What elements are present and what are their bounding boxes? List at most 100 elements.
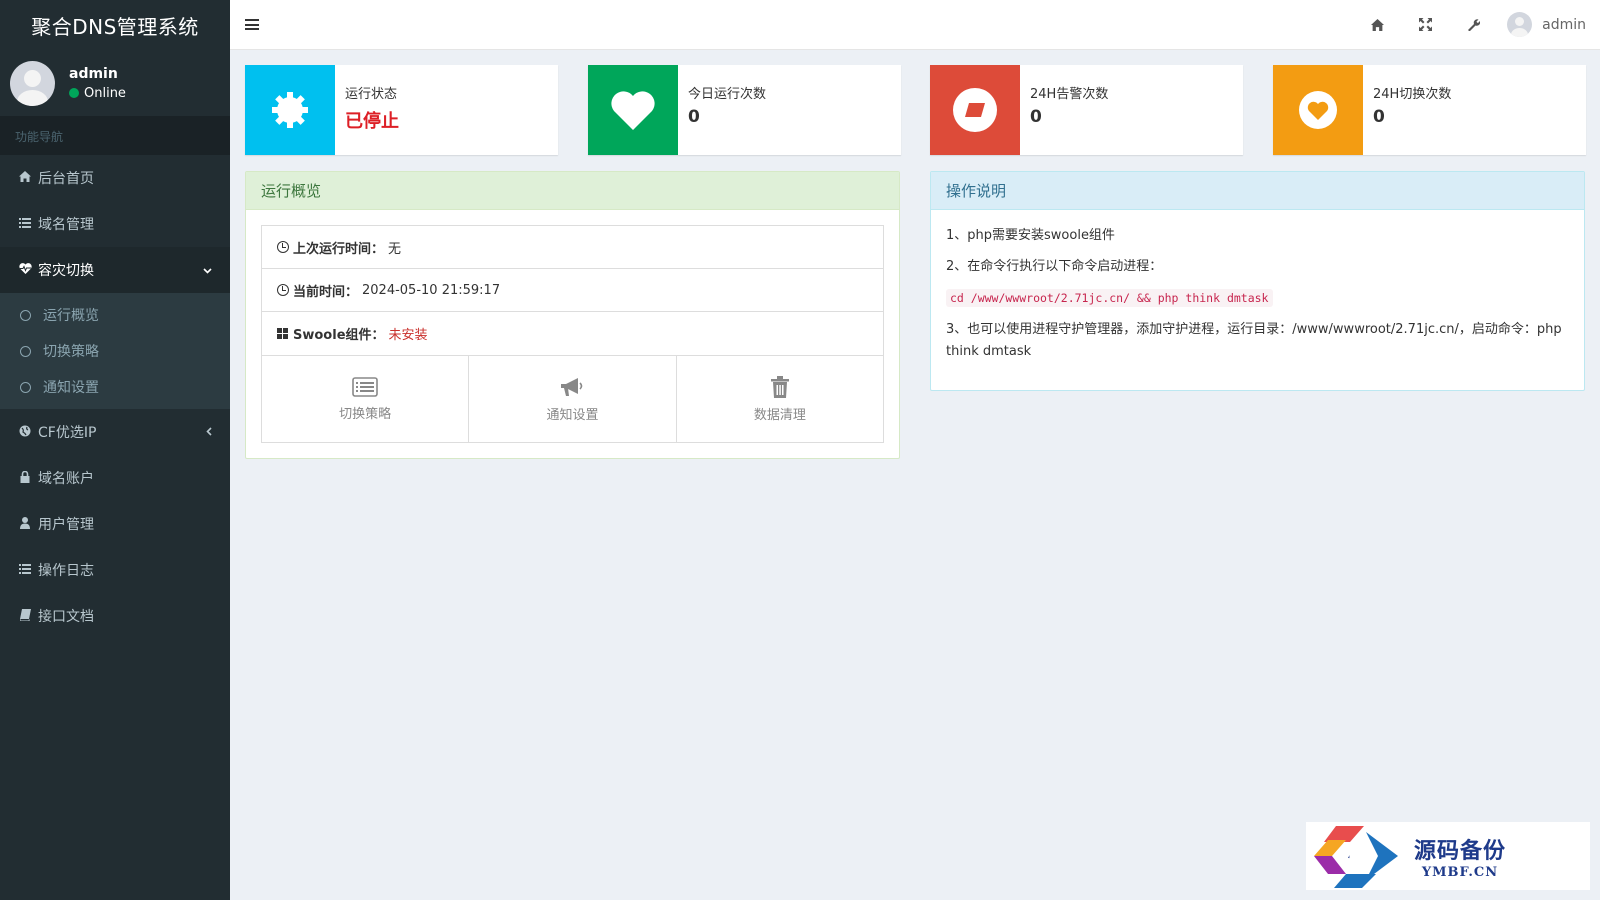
nav-header: 功能导航 (0, 116, 230, 155)
gear-icon (245, 65, 335, 155)
overview-list: 上次运行时间： 无 当前时间： 2024-05-10 21:59:17 Swoo… (261, 225, 884, 356)
stat-value: 已停止 (345, 111, 399, 132)
sub-item-label: 切换策略 (43, 344, 99, 360)
help-line-3: 3、也可以使用进程守护管理器，添加守护进程，运行目录：/www/wwwroot/… (946, 322, 1562, 359)
current-time-value: 2024-05-10 21:59:17 (362, 282, 501, 298)
quick-actions: 切换策略 通知设置 数据清理 (261, 356, 884, 443)
chevron-left-icon (206, 426, 212, 439)
panel-title: 运行概览 (246, 172, 899, 210)
action-notify-settings[interactable]: 通知设置 (469, 356, 677, 442)
svg-text:码: 码 (1346, 843, 1370, 872)
sidebar-item-domains[interactable]: 域名管理 (0, 201, 230, 247)
sidebar-item-label: 域名管理 (38, 217, 94, 233)
user-status: Online (69, 86, 126, 101)
trash-icon (770, 375, 789, 398)
current-time-label: 当前时间： (293, 284, 359, 300)
help-command[interactable]: cd /www/wwwroot/2.71jc.cn/ && php think … (946, 289, 1273, 307)
current-time-row: 当前时间： 2024-05-10 21:59:17 (262, 269, 883, 312)
topbar: admin (230, 0, 1600, 50)
stat-value: 0 (1373, 107, 1385, 127)
lock-icon (18, 470, 32, 486)
stat-value: 0 (1030, 107, 1042, 127)
heartbeat-icon (18, 263, 32, 277)
sidebar-subitem-notify[interactable]: 通知设置 (0, 369, 230, 405)
action-switch-strategy[interactable]: 切换策略 (262, 356, 470, 442)
sidebar-item-logs[interactable]: 操作日志 (0, 547, 230, 593)
sidebar-item-api-docs[interactable]: 接口文档 (0, 593, 230, 639)
stat-label: 24H切换次数 (1373, 87, 1452, 102)
circle-icon (20, 309, 31, 321)
panel-title: 操作说明 (931, 172, 1584, 210)
sub-item-label: 通知设置 (43, 380, 99, 396)
book-icon (18, 608, 32, 624)
user-icon (18, 516, 32, 532)
sidebar-item-cf-ip[interactable]: CF优选IP (0, 409, 230, 455)
sidebar-item-label: CF优选IP (38, 425, 97, 441)
watermark-en: YMBF.CN (1421, 864, 1499, 880)
top-user-menu[interactable]: admin (1497, 12, 1600, 37)
sidebar: 聚合DNS管理系统 admin Online 功能导航 后台首页 域名管理 容灾… (0, 0, 230, 900)
heart-icon (588, 65, 678, 155)
action-label: 通知设置 (546, 407, 599, 423)
fullscreen-icon[interactable] (1401, 0, 1449, 50)
status-text: Online (84, 85, 126, 101)
clock-icon (277, 284, 289, 296)
th-large-icon (277, 328, 288, 339)
avatar (1507, 12, 1533, 37)
avatar (10, 60, 55, 106)
user-panel: admin Online (0, 50, 230, 116)
last-run-value: 无 (388, 241, 402, 257)
sidebar-item-label: 用户管理 (38, 517, 94, 533)
sub-item-label: 运行概览 (43, 308, 99, 324)
chevron-down-icon (203, 264, 212, 277)
sidebar-subitem-overview[interactable]: 运行概览 (0, 297, 230, 333)
list-icon (18, 563, 32, 577)
sidebar-item-accounts[interactable]: 域名账户 (0, 455, 230, 501)
stat-run-status: 运行状态 已停止 (245, 65, 558, 155)
sidebar-item-label: 操作日志 (38, 563, 94, 579)
last-run-row: 上次运行时间： 无 (262, 226, 883, 269)
help-line-1: 1、php需要安装swoole组件 (946, 228, 1115, 243)
sidebar-item-label: 容灾切换 (38, 263, 94, 279)
watermark-emblem-icon: 码 (1306, 822, 1406, 890)
circle-icon (20, 381, 31, 393)
heart-circle-icon (1273, 65, 1363, 155)
globe-icon (18, 425, 32, 440)
swoole-label: Swoole组件： (293, 328, 385, 343)
action-label: 切换策略 (339, 406, 392, 422)
app-title[interactable]: 聚合DNS管理系统 (0, 0, 230, 50)
stat-value: 0 (688, 107, 700, 127)
sidebar-item-users[interactable]: 用户管理 (0, 501, 230, 547)
bullhorn-icon (561, 377, 583, 396)
sidebar-item-home[interactable]: 后台首页 (0, 155, 230, 201)
wrench-icon[interactable] (1449, 0, 1497, 50)
list-icon (18, 217, 32, 231)
sidebar-item-label: 后台首页 (38, 171, 94, 187)
circle-icon (20, 345, 31, 357)
action-data-cleanup[interactable]: 数据清理 (677, 356, 883, 442)
sidebar-subitem-strategy[interactable]: 切换策略 (0, 333, 230, 369)
sub-menu: 运行概览 切换策略 通知设置 (0, 293, 230, 409)
home-icon (18, 171, 32, 185)
stat-label: 24H告警次数 (1030, 87, 1109, 102)
eraser-icon (930, 65, 1020, 155)
stat-24h-switches: 24H切换次数 0 (1273, 65, 1586, 155)
watermark-logo: 码 源码备份 YMBF.CN (1306, 822, 1590, 890)
help-panel: 操作说明 1、php需要安装swoole组件 2、在命令行执行以下命令启动进程：… (930, 171, 1585, 391)
stat-24h-alerts: 24H告警次数 0 (930, 65, 1243, 155)
last-run-label: 上次运行时间： (293, 241, 385, 257)
stat-label: 运行状态 (345, 87, 398, 102)
sidebar-item-label: 域名账户 (38, 471, 94, 487)
list-alt-icon (352, 376, 378, 397)
watermark-cn: 源码备份 (1414, 837, 1507, 864)
hamburger-menu-icon[interactable] (245, 19, 259, 30)
sidebar-item-disaster-switch[interactable]: 容灾切换 (0, 247, 230, 293)
user-name: admin (69, 65, 118, 82)
online-dot-icon (69, 88, 79, 98)
home-icon[interactable] (1353, 0, 1401, 50)
action-label: 数据清理 (753, 407, 806, 423)
stat-today-runs: 今日运行次数 0 (588, 65, 901, 155)
sidebar-item-label: 接口文档 (38, 609, 94, 625)
clock-icon (277, 241, 289, 253)
top-username: admin (1542, 16, 1586, 33)
